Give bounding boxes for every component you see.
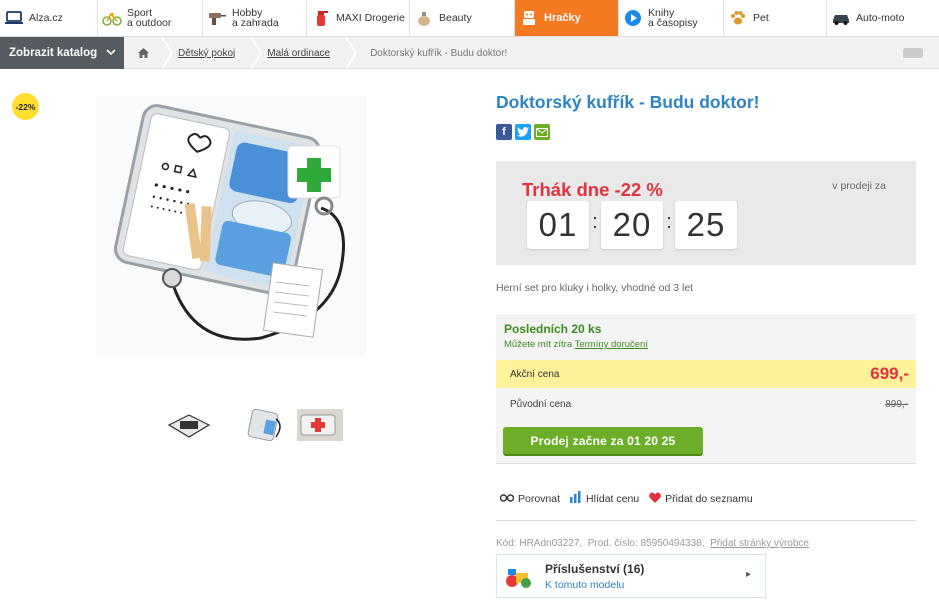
breadcrumb-link-mala-ordinace[interactable]: Malá ordinace <box>261 48 346 59</box>
original-price-label: Původní cena <box>510 399 572 410</box>
play-icon <box>623 8 643 28</box>
countdown-timer: 01 : 20 : 25 <box>527 201 737 249</box>
original-price-row: Původní cena 899,- Prodej začne za 01 20… <box>496 388 916 464</box>
car-icon <box>831 8 851 28</box>
breadcrumb-separator <box>346 37 357 69</box>
action-price-row: Akční cena 699,- <box>496 360 916 388</box>
nav-item-beauty[interactable]: Beauty <box>410 0 515 36</box>
social-share: f <box>496 124 550 140</box>
product-description: Herní set pro kluky i holky, vhodné od 3… <box>496 282 694 294</box>
manufacturer-page-link[interactable]: Přidat stránky výrobce <box>710 538 809 549</box>
facebook-icon[interactable]: f <box>496 124 512 140</box>
price-chart-icon <box>570 491 582 506</box>
thumbnail-3[interactable] <box>297 409 343 441</box>
deal-of-the-day-box: Trhák dne -22 % v prodeji za 01 : 20 : 2… <box>496 161 916 265</box>
nav-item-hobby[interactable]: Hobby a zahrada <box>203 0 307 36</box>
product-image[interactable] <box>96 96 366 358</box>
breadcrumb-current: Doktorský kufřík - Budu doktor! <box>370 47 508 59</box>
breadcrumb: Dětský pokoj Malá ordinace Doktorský kuf… <box>124 37 507 69</box>
accessories-image <box>502 559 536 593</box>
nav-item-automoto[interactable]: Auto-moto <box>827 0 939 36</box>
home-icon[interactable] <box>124 37 162 69</box>
toy-robot-icon <box>519 8 539 28</box>
thumbnail-2[interactable] <box>240 409 286 441</box>
accessories-title: Příslušenství (16) <box>545 562 645 576</box>
discount-badge: -22% <box>12 93 39 120</box>
show-catalog-button[interactable]: Zobrazit katalog <box>0 37 124 69</box>
accessories-subtitle: K tomuto modelu <box>545 579 625 591</box>
countdown-minutes: 20 <box>601 201 663 249</box>
category-nav: Alza.cz Sport a outdoor Hobby a zahrada … <box>0 0 939 37</box>
on-sale-label: v prodeji za <box>832 180 886 192</box>
product-code: Kód: HRAdn03227, <box>496 538 583 549</box>
countdown-seconds: 25 <box>675 201 737 249</box>
compare-icon <box>499 492 515 505</box>
delivery-terms-link[interactable]: Termíny doručení <box>575 339 648 350</box>
nav-item-knihy[interactable]: Knihy a časopisy <box>619 0 724 36</box>
laptop-icon <box>4 8 24 28</box>
breadcrumb-link-detsky-pokoj[interactable]: Dětský pokoj <box>172 48 251 59</box>
email-icon[interactable] <box>534 124 550 140</box>
compare-action[interactable]: Porovnat <box>499 492 560 505</box>
breadcrumb-separator <box>162 37 172 69</box>
chevron-right-icon: ▸ <box>745 569 751 580</box>
manufacturer-number: Prod. číslo: 85950494338, <box>587 538 705 549</box>
watch-price-action[interactable]: Hlídat cenu <box>570 491 639 506</box>
nav-item-drogerie[interactable]: MAXI Drogerie <box>307 0 410 36</box>
add-to-list-action[interactable]: Přidat do seznamu <box>649 491 753 506</box>
original-price-value: 899,- <box>885 399 908 410</box>
heart-icon <box>649 491 661 506</box>
delivery-info: Můžete mít zítra Termíny doručení <box>504 339 648 350</box>
perfume-icon <box>414 8 434 28</box>
product-codes: Kód: HRAdn03227, Prod. číslo: 8595049433… <box>496 538 809 549</box>
breadcrumb-separator <box>251 37 262 69</box>
chevron-down-icon <box>106 47 116 60</box>
nav-item-alza[interactable]: Alza.cz <box>0 0 98 36</box>
paw-icon <box>728 8 748 28</box>
divider <box>496 520 916 521</box>
compare-widget-icon[interactable] <box>903 48 923 58</box>
deal-title: Trhák dne -22 % <box>522 179 663 200</box>
product-title: Doktorský kufřík - Budu doktor! <box>496 92 760 112</box>
spray-bottle-icon <box>311 8 331 28</box>
accessories-box[interactable]: Příslušenství (16) K tomuto modelu ▸ <box>496 554 766 598</box>
stock-info: Posledních 20 ks Můžete mít zítra Termín… <box>496 314 916 360</box>
twitter-icon[interactable] <box>515 124 531 140</box>
stock-headline: Posledních 20 ks <box>504 322 602 336</box>
timer-colon: : <box>592 210 598 233</box>
nav-item-pet[interactable]: Pet <box>724 0 827 36</box>
bicycle-icon <box>102 8 122 28</box>
action-price-value: 699,- <box>870 364 909 383</box>
thumbnail-1[interactable] <box>166 409 212 441</box>
nav-item-hracky[interactable]: Hračky <box>515 0 619 36</box>
action-price-label: Akční cena <box>510 369 560 380</box>
drill-icon <box>207 8 227 28</box>
timer-colon: : <box>666 210 672 233</box>
breadcrumb-bar: Zobrazit katalog Dětský pokoj Malá ordin… <box>0 37 939 69</box>
product-actions: Porovnat Hlídat cenu Přidat do seznamu <box>499 491 763 506</box>
nav-item-sport[interactable]: Sport a outdoor <box>98 0 203 36</box>
countdown-hours: 01 <box>527 201 589 249</box>
sale-starts-button[interactable]: Prodej začne za 01 20 25 <box>503 427 703 456</box>
